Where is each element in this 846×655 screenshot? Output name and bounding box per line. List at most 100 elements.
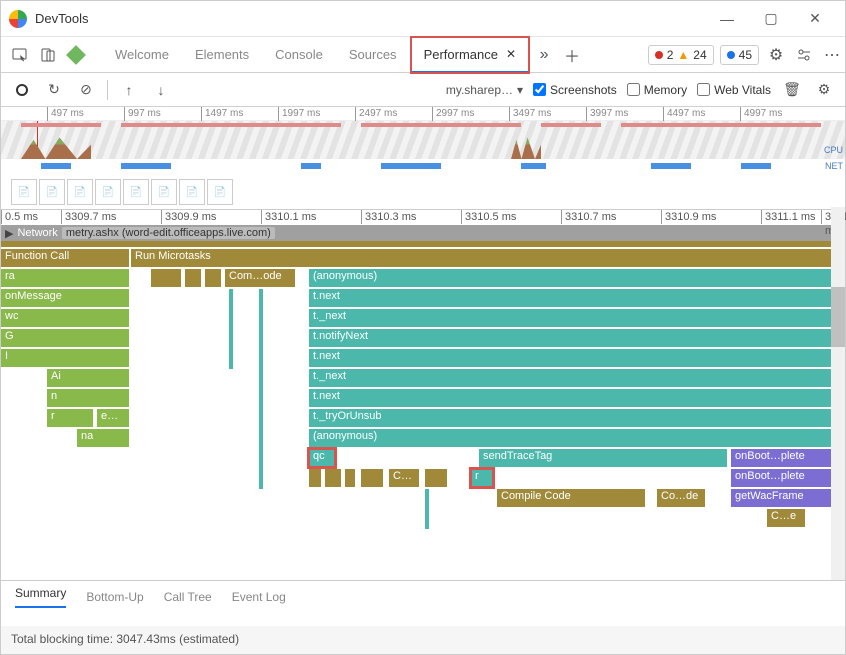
flame-wc[interactable]: wc: [1, 309, 129, 327]
flame-task[interactable]: [1, 241, 831, 247]
flame-sliver[interactable]: [229, 289, 233, 369]
network-request-item[interactable]: metry.ashx (word-edit.officeapps.live.co…: [62, 227, 275, 239]
flame-sliver[interactable]: [259, 289, 263, 489]
inspect-element-icon[interactable]: [7, 42, 33, 68]
flame-chip[interactable]: [151, 269, 181, 287]
flame-chip[interactable]: [425, 469, 447, 487]
flame-tnext3[interactable]: t.next: [309, 389, 831, 407]
3d-view-icon[interactable]: [63, 42, 89, 68]
kebab-menu-icon[interactable]: ⋯: [819, 42, 845, 68]
flame-n[interactable]: n: [47, 389, 129, 407]
flame-r[interactable]: r: [471, 469, 493, 487]
flame-ttry[interactable]: t._tryOrUnsub: [309, 409, 831, 427]
tab-eventlog[interactable]: Event Log: [232, 590, 286, 604]
info-badge[interactable]: 45: [720, 45, 759, 65]
maximize-button[interactable]: ▢: [749, 1, 793, 37]
customize-icon[interactable]: [791, 42, 817, 68]
capture-settings-icon[interactable]: ⚙: [813, 79, 835, 101]
flame-tnext2[interactable]: t.next: [309, 349, 831, 367]
flame-chip[interactable]: [185, 269, 201, 287]
close-tab-icon[interactable]: ✕: [506, 47, 516, 61]
flame-rr[interactable]: r: [47, 409, 93, 427]
flame-e[interactable]: e…: [97, 409, 129, 427]
flame-ai[interactable]: Ai: [47, 369, 129, 387]
flame-sliver[interactable]: [425, 489, 429, 529]
network-lane[interactable]: ▶ Network metry.ashx (word-edit.officeap…: [1, 225, 845, 241]
flame-code[interactable]: Co…de: [657, 489, 705, 507]
save-profile-button[interactable]: ↓: [150, 79, 172, 101]
net-overview[interactable]: NET: [1, 159, 845, 177]
device-toolbar-icon[interactable]: [35, 42, 61, 68]
flame-compile[interactable]: Compile Code: [497, 489, 645, 507]
ruler-tick: 2497 ms: [355, 107, 397, 121]
settings-icon[interactable]: ⚙: [763, 42, 789, 68]
window-titlebar: DevTools — ▢ ✕: [1, 1, 845, 37]
flame-t_next[interactable]: t._next: [309, 309, 831, 327]
webvitals-toggle[interactable]: Web Vitals: [697, 83, 771, 97]
flame-tnext[interactable]: t.next: [309, 289, 831, 307]
flame-qc[interactable]: qc: [309, 449, 335, 467]
tab-calltree[interactable]: Call Tree: [164, 590, 212, 604]
expand-triangle-icon[interactable]: ▶: [5, 227, 13, 240]
flame-onmessage[interactable]: onMessage: [1, 289, 129, 307]
close-button[interactable]: ✕: [793, 1, 837, 37]
flame-function-call[interactable]: Function Call: [1, 249, 129, 267]
flame-chip[interactable]: [309, 469, 321, 487]
flame-anon[interactable]: (anonymous): [309, 269, 831, 287]
flame-chip[interactable]: [205, 269, 221, 287]
info-count: 45: [739, 48, 752, 62]
flame-sendtrace[interactable]: sendTraceTag: [479, 449, 727, 467]
flame-onboot2[interactable]: onBoot…plete: [731, 469, 831, 487]
info-dot-icon: [727, 51, 735, 59]
minimize-button[interactable]: —: [705, 1, 749, 37]
load-profile-button[interactable]: ↑: [118, 79, 140, 101]
overview-ruler[interactable]: 497 ms997 ms1497 ms1997 ms2497 ms2997 ms…: [1, 107, 845, 121]
flame-chip[interactable]: [361, 469, 383, 487]
tab-summary[interactable]: Summary: [15, 586, 66, 608]
screenshots-strip[interactable]: 📄📄📄📄📄📄📄📄: [1, 177, 845, 209]
errors-badge[interactable]: 2 ▲ 24: [648, 45, 714, 65]
errors-count: 2: [667, 48, 674, 62]
flame-na[interactable]: na: [77, 429, 129, 447]
tab-elements[interactable]: Elements: [183, 37, 261, 73]
flame-compile-ode[interactable]: Com…ode: [225, 269, 295, 287]
record-button[interactable]: [11, 79, 33, 101]
ruler-tick: 1497 ms: [201, 107, 243, 121]
reload-button[interactable]: ↻: [43, 79, 65, 101]
tab-sources[interactable]: Sources: [337, 37, 409, 73]
tab-welcome[interactable]: Welcome: [103, 37, 181, 73]
devtools-tabbar: Welcome Elements Console Sources Perform…: [1, 37, 845, 73]
more-tabs-icon[interactable]: »: [531, 42, 557, 68]
flame-run-microtasks[interactable]: Run Microtasks: [131, 249, 831, 267]
ruler-tick: 3309.9 ms: [161, 210, 216, 224]
flame-ce[interactable]: C…e: [389, 469, 419, 487]
chevron-down-icon: ▾: [517, 83, 523, 97]
tab-bottomup[interactable]: Bottom-Up: [86, 590, 143, 604]
cpu-overview[interactable]: CPU: [1, 121, 845, 159]
cpu-lane-label: CPU: [824, 145, 843, 155]
vertical-scrollbar[interactable]: [831, 207, 845, 587]
new-tab-icon[interactable]: ＋: [559, 42, 585, 68]
flame-i[interactable]: I: [1, 349, 129, 367]
flame-chip[interactable]: [345, 469, 355, 487]
flame-tnotify[interactable]: t.notifyNext: [309, 329, 831, 347]
flame-ce2[interactable]: C…e: [767, 509, 805, 527]
target-dropdown[interactable]: my.sharep… ▾: [446, 83, 523, 97]
status-footer: Total blocking time: 3047.43ms (estimate…: [1, 626, 845, 654]
tab-performance[interactable]: Performance ✕: [411, 37, 529, 73]
flame-getwac[interactable]: getWacFrame: [731, 489, 831, 507]
target-dropdown-label: my.sharep…: [446, 83, 513, 97]
flame-chart[interactable]: Function Call Run Microtasks ra onMessag…: [1, 241, 845, 571]
delete-button[interactable]: 🗑: [781, 79, 803, 101]
flame-onboot[interactable]: onBoot…plete: [731, 449, 831, 467]
clear-button[interactable]: ⊘: [75, 79, 97, 101]
flame-ra[interactable]: ra: [1, 269, 129, 287]
flame-t_next2[interactable]: t._next: [309, 369, 831, 387]
flame-ruler[interactable]: 0.5 ms3309.7 ms3309.9 ms3310.1 ms3310.3 …: [1, 209, 845, 225]
tab-console[interactable]: Console: [263, 37, 335, 73]
flame-chip[interactable]: [325, 469, 341, 487]
flame-anon2[interactable]: (anonymous): [309, 429, 831, 447]
memory-toggle[interactable]: Memory: [627, 83, 687, 97]
screenshots-toggle[interactable]: Screenshots: [533, 83, 617, 97]
flame-g[interactable]: G: [1, 329, 129, 347]
